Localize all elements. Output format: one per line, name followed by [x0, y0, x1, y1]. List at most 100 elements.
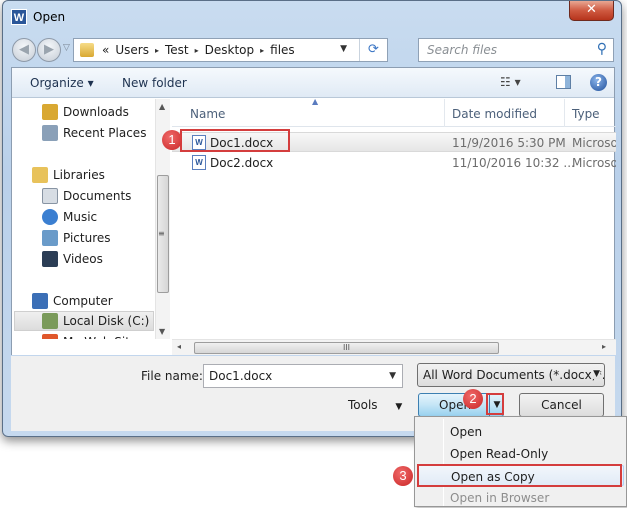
step-badge-2: 2: [463, 389, 483, 409]
change-view-button[interactable]: ☷ ▾: [500, 75, 521, 89]
pictures-icon: [42, 230, 58, 246]
menu-item-label: Open: [450, 425, 483, 439]
command-bar: Organize ▾ New folder ☷ ▾ ?: [12, 68, 614, 98]
breadcrumb-test[interactable]: Test: [165, 43, 189, 57]
file-type: Microsoft: [572, 136, 616, 150]
sidebar-item-label: Documents: [63, 189, 132, 203]
sidebar-item-downloads[interactable]: Downloads: [42, 102, 129, 122]
preview-pane-icon[interactable]: [556, 75, 571, 89]
tools-button[interactable]: Tools ▼: [348, 398, 402, 412]
new-folder-button[interactable]: New folder: [122, 76, 187, 90]
forward-button[interactable]: ▶: [37, 38, 61, 62]
sidebar-item-label: Libraries: [53, 168, 105, 182]
file-date: 11/10/2016 10:32 ...: [452, 156, 575, 170]
word-document-icon: W: [192, 135, 206, 150]
horizontal-scrollbar[interactable]: ◂ III ▸: [172, 339, 616, 355]
recent-places-icon: [42, 125, 58, 141]
breadcrumb-overflow[interactable]: «: [102, 43, 109, 57]
libraries-icon: [32, 167, 48, 183]
step-badge-1: 1: [162, 130, 182, 150]
tools-label: Tools: [348, 398, 378, 412]
sidebar-item-local-disk[interactable]: Local Disk (C:): [14, 311, 154, 331]
chevron-right-icon[interactable]: ▸: [260, 46, 264, 55]
menu-item-open[interactable]: Open: [417, 421, 624, 442]
search-input[interactable]: Search files ⚲: [418, 38, 614, 62]
file-type-value: All Word Documents (*.docx;*.docm: [423, 368, 605, 382]
file-name-label: File name:: [141, 369, 203, 383]
organize-button[interactable]: Organize ▾: [30, 76, 94, 90]
file-name-dropdown-icon[interactable]: ▼: [389, 371, 396, 381]
folder-icon: [80, 43, 94, 57]
breadcrumb-files[interactable]: files: [270, 43, 295, 57]
navigation-bar: ◀ ▶ ▽ « Users ▸ Test ▸ Desktop ▸ files ▼…: [3, 35, 621, 65]
file-type-dropdown-icon[interactable]: ▼: [593, 369, 600, 379]
downloads-icon: [42, 104, 58, 120]
address-dropdown-icon[interactable]: ▼: [340, 44, 347, 54]
breadcrumb-users[interactable]: Users: [115, 43, 149, 57]
sidebar-item-documents[interactable]: Documents: [42, 186, 131, 206]
cancel-button[interactable]: Cancel: [519, 393, 604, 417]
address-bar[interactable]: « Users ▸ Test ▸ Desktop ▸ files ▼ ⟳: [73, 38, 388, 62]
column-header-type[interactable]: Type: [572, 107, 600, 121]
sidebar-item-pictures[interactable]: Pictures: [42, 228, 111, 248]
scroll-up-icon[interactable]: ▲: [159, 102, 165, 111]
file-row[interactable]: W Doc2.docx 11/10/2016 10:32 ... Microso…: [172, 153, 616, 173]
column-header-row: ▲ Name Date modified Type: [172, 97, 616, 127]
horizontal-scroll-thumb[interactable]: III: [194, 342, 499, 354]
videos-icon: [42, 251, 58, 267]
sidebar-item-label: Videos: [63, 252, 103, 266]
file-date: 11/9/2016 5:30 PM: [452, 136, 566, 150]
sidebar-item-libraries[interactable]: Libraries: [32, 165, 105, 185]
file-name-input[interactable]: Doc1.docx ▼: [203, 364, 403, 388]
scroll-right-icon[interactable]: ▸: [602, 342, 606, 351]
sort-ascending-icon: ▲: [312, 97, 319, 106]
local-disk-icon: [42, 313, 58, 329]
column-divider[interactable]: [444, 99, 445, 127]
file-name: Doc2.docx: [210, 156, 274, 170]
file-type-select[interactable]: All Word Documents (*.docx;*.docm ▼: [417, 363, 605, 387]
recent-locations-dropdown[interactable]: ▽: [63, 43, 70, 53]
menu-item-label: Open Read-Only: [450, 447, 549, 461]
scroll-left-icon[interactable]: ◂: [177, 342, 181, 351]
file-name-value: Doc1.docx: [209, 369, 273, 383]
sidebar-item-computer[interactable]: Computer: [32, 291, 113, 311]
sidebar-item-music[interactable]: Music: [42, 207, 97, 227]
chevron-right-icon[interactable]: ▸: [195, 46, 199, 55]
search-placeholder: Search files: [427, 43, 498, 57]
menu-item-open-read-only[interactable]: Open Read-Only: [417, 443, 624, 464]
music-icon: [42, 209, 58, 225]
documents-icon: [42, 188, 58, 204]
refresh-icon[interactable]: ⟳: [359, 39, 387, 61]
navigation-pane: Downloads Recent Places Libraries Docume…: [12, 99, 162, 350]
chevron-right-icon[interactable]: ▸: [155, 46, 159, 55]
close-button[interactable]: ✕: [569, 1, 614, 21]
back-button[interactable]: ◀: [12, 38, 36, 62]
file-type: Microsoft: [572, 156, 616, 170]
file-row[interactable]: W Doc1.docx 11/9/2016 5:30 PM Microsoft: [172, 132, 616, 152]
open-options-menu: Open Open Read-Only Open as Copy Open in…: [414, 416, 627, 507]
file-name: Doc1.docx: [210, 136, 274, 150]
column-header-name[interactable]: Name: [190, 107, 225, 121]
sidebar-item-videos[interactable]: Videos: [42, 249, 103, 269]
breadcrumb-desktop[interactable]: Desktop: [205, 43, 255, 57]
help-icon[interactable]: ?: [590, 74, 607, 91]
search-icon[interactable]: ⚲: [597, 41, 607, 57]
dialog-title: Open: [33, 10, 66, 24]
sidebar-item-label: Downloads: [63, 105, 129, 119]
tools-dropdown-icon: ▼: [395, 402, 403, 412]
sidebar-item-label: Pictures: [63, 231, 111, 245]
open-button[interactable]: Open ▼: [418, 393, 504, 417]
word-document-icon: W: [192, 155, 206, 170]
menu-item-open-in-browser[interactable]: Open in Browser: [417, 487, 624, 508]
menu-item-open-as-copy[interactable]: Open as Copy: [417, 465, 624, 486]
sidebar-item-label: Recent Places: [63, 126, 147, 140]
scroll-grip-icon: ≡: [158, 229, 165, 238]
column-header-date-modified[interactable]: Date modified: [452, 107, 537, 121]
scroll-down-icon[interactable]: ▼: [159, 327, 165, 336]
open-options-dropdown-icon[interactable]: ▼: [489, 394, 504, 416]
file-list: ▲ Name Date modified Type W Doc1.docx 11…: [172, 97, 616, 339]
step-badge-3: 3: [393, 466, 413, 486]
sidebar-item-recent-places[interactable]: Recent Places: [42, 123, 146, 143]
column-divider[interactable]: [564, 99, 565, 127]
content-pane: Organize ▾ New folder ☷ ▾ ? Downloads Re…: [11, 67, 616, 355]
